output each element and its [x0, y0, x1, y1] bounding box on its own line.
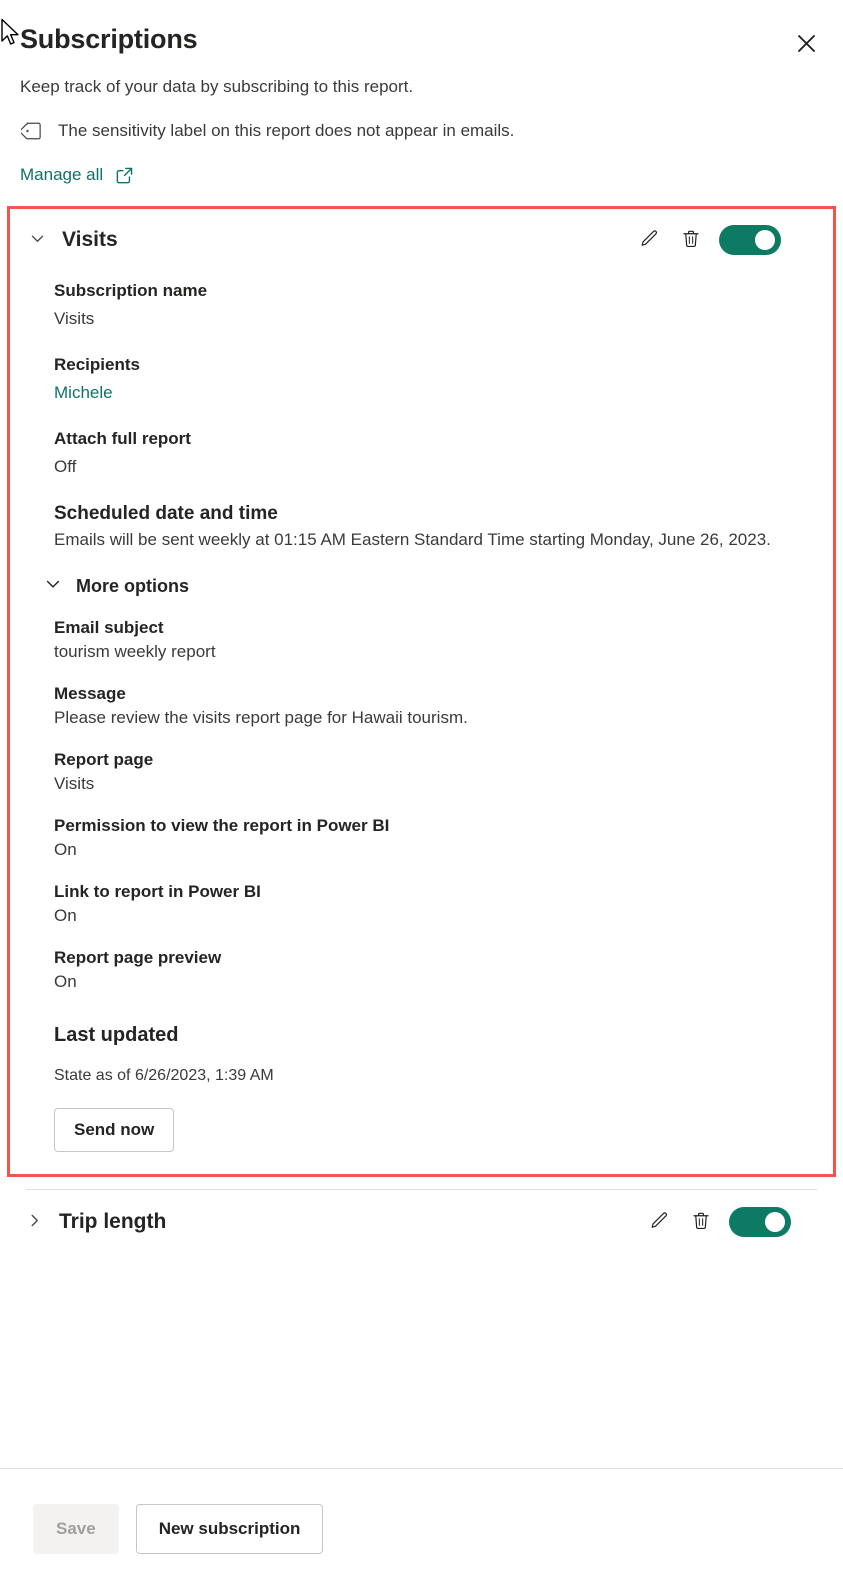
more-options-label: More options: [76, 576, 189, 596]
field-subscription-name: Subscription name Visits: [54, 279, 807, 331]
message-value: Please review the visits report page for…: [54, 708, 468, 727]
subscription-enabled-toggle-visits[interactable]: [719, 225, 781, 255]
attach-full-report-value: Off: [54, 457, 77, 476]
subscription-card-trip-length: Trip length: [0, 1190, 843, 1254]
scheduled-date-time-label: Scheduled date and time: [54, 503, 278, 524]
attach-full-report-label: Attach full report: [54, 429, 191, 448]
expand-collapse-toggle-trip-length[interactable]: [21, 1209, 47, 1235]
edit-subscription-button-trip-length[interactable]: [645, 1208, 673, 1236]
link-to-report-value: On: [54, 906, 77, 925]
subscription-details-visits: Subscription name Visits Recipients Mich…: [10, 279, 833, 1174]
delete-subscription-button[interactable]: [677, 226, 705, 254]
field-message: Message Please review the visits report …: [54, 682, 807, 730]
panel-subtitle: Keep track of your data by subscribing t…: [20, 77, 414, 96]
new-subscription-button[interactable]: New subscription: [135, 1503, 324, 1554]
sensitivity-notice: The sensitivity label on this report doe…: [20, 118, 823, 144]
report-page-label: Report page: [54, 750, 154, 769]
trash-icon: [690, 1210, 712, 1235]
recipients-label: Recipients: [54, 355, 140, 374]
send-now-button[interactable]: Send now: [54, 1108, 175, 1152]
more-options-toggle[interactable]: More options: [44, 574, 189, 598]
recipients-value[interactable]: Michele: [54, 381, 113, 405]
footer-action-bar: Save New subscription: [0, 1468, 843, 1588]
trash-icon: [680, 228, 702, 253]
chevron-down-icon: [44, 575, 62, 598]
subscription-name-trip-length: Trip length: [59, 1210, 167, 1233]
subscription-name-visits: Visits: [62, 228, 118, 251]
subscription-name-value: Visits: [54, 309, 95, 328]
email-subject-value: tourism weekly report: [54, 642, 216, 661]
toggle-knob: [755, 230, 775, 250]
manage-all-label: Manage all: [20, 165, 104, 184]
field-report-page-preview: Report page preview On: [54, 946, 807, 994]
page-title: Subscriptions: [20, 24, 198, 54]
subscription-actions: [635, 225, 781, 255]
field-report-page: Report page Visits: [54, 748, 807, 796]
report-page-value: Visits: [54, 774, 95, 793]
external-link-icon: [114, 165, 134, 185]
message-label: Message: [54, 684, 126, 703]
sensitivity-label-text: The sensitivity label on this report doe…: [58, 121, 515, 140]
email-subject-label: Email subject: [54, 618, 164, 637]
pencil-icon: [638, 228, 660, 253]
report-page-preview-value: On: [54, 972, 77, 991]
field-email-subject: Email subject tourism weekly report: [54, 616, 807, 664]
chevron-down-icon: [29, 230, 46, 250]
delete-subscription-button-trip-length[interactable]: [687, 1208, 715, 1236]
subscription-header: Visits: [10, 209, 833, 265]
subscriptions-list: Visits Subscription name Visits Recipien…: [0, 206, 843, 1254]
subscription-actions-trip-length: [645, 1207, 791, 1237]
field-recipients: Recipients Michele: [54, 353, 807, 405]
subscription-name-label: Subscription name: [54, 281, 208, 300]
field-scheduled-date-time: Scheduled date and time Emails will be s…: [54, 501, 807, 552]
field-last-updated: Last updated State as of 6/26/2023, 1:39…: [54, 1022, 807, 1088]
expand-collapse-toggle-visits[interactable]: [24, 227, 50, 253]
panel-header: Subscriptions Keep track of your data by…: [0, 0, 843, 186]
permission-label: Permission to view the report in Power B…: [54, 816, 390, 835]
chevron-right-icon: [26, 1212, 43, 1232]
toggle-knob: [765, 1212, 785, 1232]
close-icon: [797, 34, 816, 53]
field-link-to-report: Link to report in Power BI On: [54, 880, 807, 928]
scheduled-date-time-value: Emails will be sent weekly at 01:15 AM E…: [54, 530, 771, 549]
permission-value: On: [54, 840, 77, 859]
field-attach-full-report: Attach full report Off: [54, 427, 807, 479]
last-updated-value: State as of 6/26/2023, 1:39 AM: [54, 1067, 274, 1084]
last-updated-label: Last updated: [54, 1024, 179, 1046]
manage-all-link[interactable]: Manage all: [20, 164, 134, 186]
save-button[interactable]: Save: [33, 1503, 119, 1554]
edit-subscription-button[interactable]: [635, 226, 663, 254]
report-page-preview-label: Report page preview: [54, 948, 222, 967]
close-button[interactable]: [791, 28, 821, 58]
subscription-card-visits: Visits Subscription name Visits Recipien…: [7, 206, 836, 1177]
link-to-report-label: Link to report in Power BI: [54, 882, 261, 901]
tag-icon: [20, 118, 46, 144]
field-permission: Permission to view the report in Power B…: [54, 814, 807, 862]
subscription-enabled-toggle-trip-length[interactable]: [729, 1207, 791, 1237]
pencil-icon: [648, 1210, 670, 1235]
